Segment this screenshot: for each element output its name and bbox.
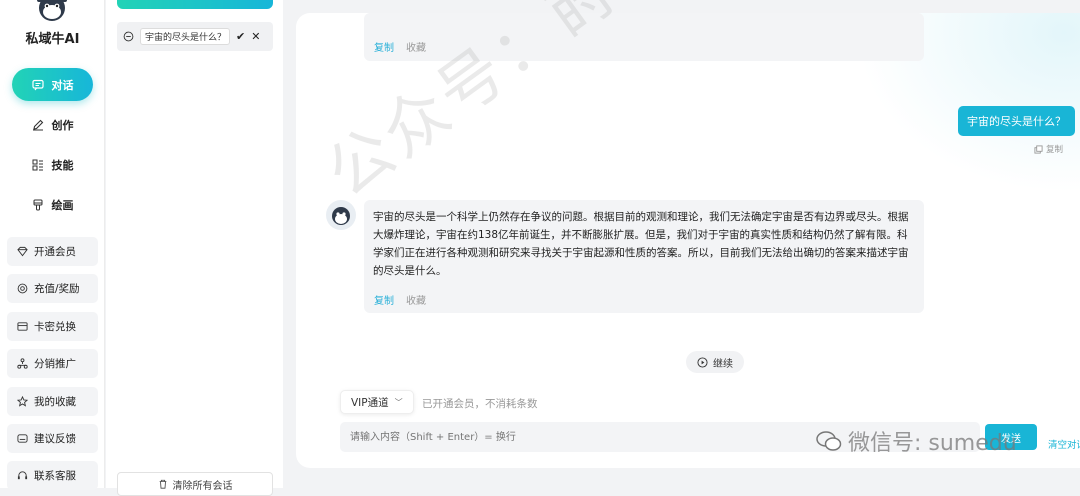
feedback-button[interactable]: 建议反馈 (7, 424, 98, 453)
feedback-icon (17, 434, 28, 443)
continue-label: 继续 (713, 358, 733, 370)
side-button-label: 开通会员 (34, 246, 76, 258)
left-nav: 私域牛AI 对话 创作 技能 绘画 开通会员 充值/奖励 卡密兑换 分销推广 我… (0, 0, 105, 490)
pen-icon (32, 119, 43, 130)
user-copy-label: 复制 (1046, 145, 1064, 155)
side-button-label: 我的收藏 (34, 396, 76, 408)
diamond-icon (17, 246, 28, 257)
channel-note: 已开通会员，不消耗条数 (422, 398, 538, 410)
channel-select-value: VIP通道 (351, 396, 389, 409)
copy-button[interactable]: 复制 (374, 39, 394, 54)
recharge-button[interactable]: 充值/奖励 (7, 274, 98, 303)
previous-ai-message: 复制 收藏 (364, 13, 924, 61)
recharge-icon (17, 283, 28, 294)
side-button-label: 分销推广 (34, 358, 76, 370)
copy-button[interactable]: 复制 (374, 292, 394, 307)
contact-support-button[interactable]: 联系客服 (7, 461, 98, 490)
cow-avatar-icon (332, 207, 350, 225)
brand-name: 私域牛AI (25, 32, 80, 47)
channel-select[interactable]: VIP通道 ﹀ (340, 390, 414, 414)
brush-icon (33, 199, 42, 210)
message-icon (123, 31, 134, 42)
send-button[interactable]: 发送 (985, 424, 1037, 450)
user-copy-button[interactable]: 复制 (1034, 143, 1063, 155)
nav-item-label: 创作 (51, 118, 74, 132)
conversation-item[interactable]: ✔ ✕ (117, 22, 273, 51)
message-actions: 复制 收藏 (374, 39, 426, 54)
play-icon (697, 356, 708, 368)
ai-message: 宇宙的尽头是一个科学上仍然存在争议的问题。根据目前的观测和理论，我们无法确定宇宙… (364, 200, 924, 313)
message-input[interactable] (340, 422, 980, 452)
nav-item-chat[interactable]: 对话 (12, 68, 93, 101)
grid-icon (32, 159, 43, 170)
nav-item-create[interactable]: 创作 (12, 108, 93, 141)
nav-item-label: 绘画 (51, 198, 74, 212)
continue-button[interactable]: 继续 (686, 351, 744, 373)
user-message: 宇宙的尽头是什么？ (958, 106, 1075, 136)
nav-item-skills[interactable]: 技能 (12, 148, 93, 181)
chevron-down-icon: ﹀ (394, 397, 403, 407)
close-icon[interactable]: ✕ (251, 31, 260, 42)
headset-icon (17, 471, 28, 480)
cow-logo-icon (37, 0, 67, 21)
side-button-label: 联系客服 (34, 470, 76, 482)
clear-chat-button[interactable]: 清空对话 (1048, 437, 1080, 451)
favorite-button[interactable]: 收藏 (406, 39, 426, 54)
nav-item-label: 对话 (51, 78, 74, 92)
clear-all-conversations-button[interactable]: 清除所有会话 (117, 472, 273, 496)
conversation-list: ✔ ✕ 清除所有会话 (106, 0, 283, 496)
side-button-label: 充值/奖励 (34, 283, 80, 295)
share-icon (17, 358, 28, 369)
favorites-button[interactable]: 我的收藏 (7, 387, 98, 416)
upgrade-member-button[interactable]: 开通会员 (7, 237, 98, 266)
ai-message-text: 宇宙的尽头是一个科学上仍然存在争议的问题。根据目前的观测和理论，我们无法确定宇宙… (373, 211, 909, 277)
side-button-label: 卡密兑换 (34, 321, 76, 333)
card-redeem-button[interactable]: 卡密兑换 (7, 312, 98, 341)
conversation-title-input[interactable] (140, 28, 230, 45)
star-icon (17, 396, 28, 407)
check-icon[interactable]: ✔ (236, 31, 245, 42)
clear-all-label: 清除所有会话 (172, 480, 233, 492)
distribution-button[interactable]: 分销推广 (7, 349, 98, 378)
new-chat-button[interactable] (117, 0, 273, 9)
favorite-button[interactable]: 收藏 (406, 292, 426, 307)
message-actions: 复制 收藏 (374, 292, 426, 307)
ai-avatar (326, 200, 356, 230)
side-button-label: 建议反馈 (34, 433, 76, 445)
chat-icon (31, 79, 44, 90)
nav-item-paint[interactable]: 绘画 (12, 188, 93, 221)
card-icon (17, 322, 28, 331)
chat-panel: 复制 收藏 宇宙的尽头是什么？ 复制 宇宙的尽头是一个科学上仍然存在争议的问题。… (296, 13, 1080, 468)
copy-icon (1034, 144, 1043, 154)
nav-item-label: 技能 (51, 158, 74, 172)
